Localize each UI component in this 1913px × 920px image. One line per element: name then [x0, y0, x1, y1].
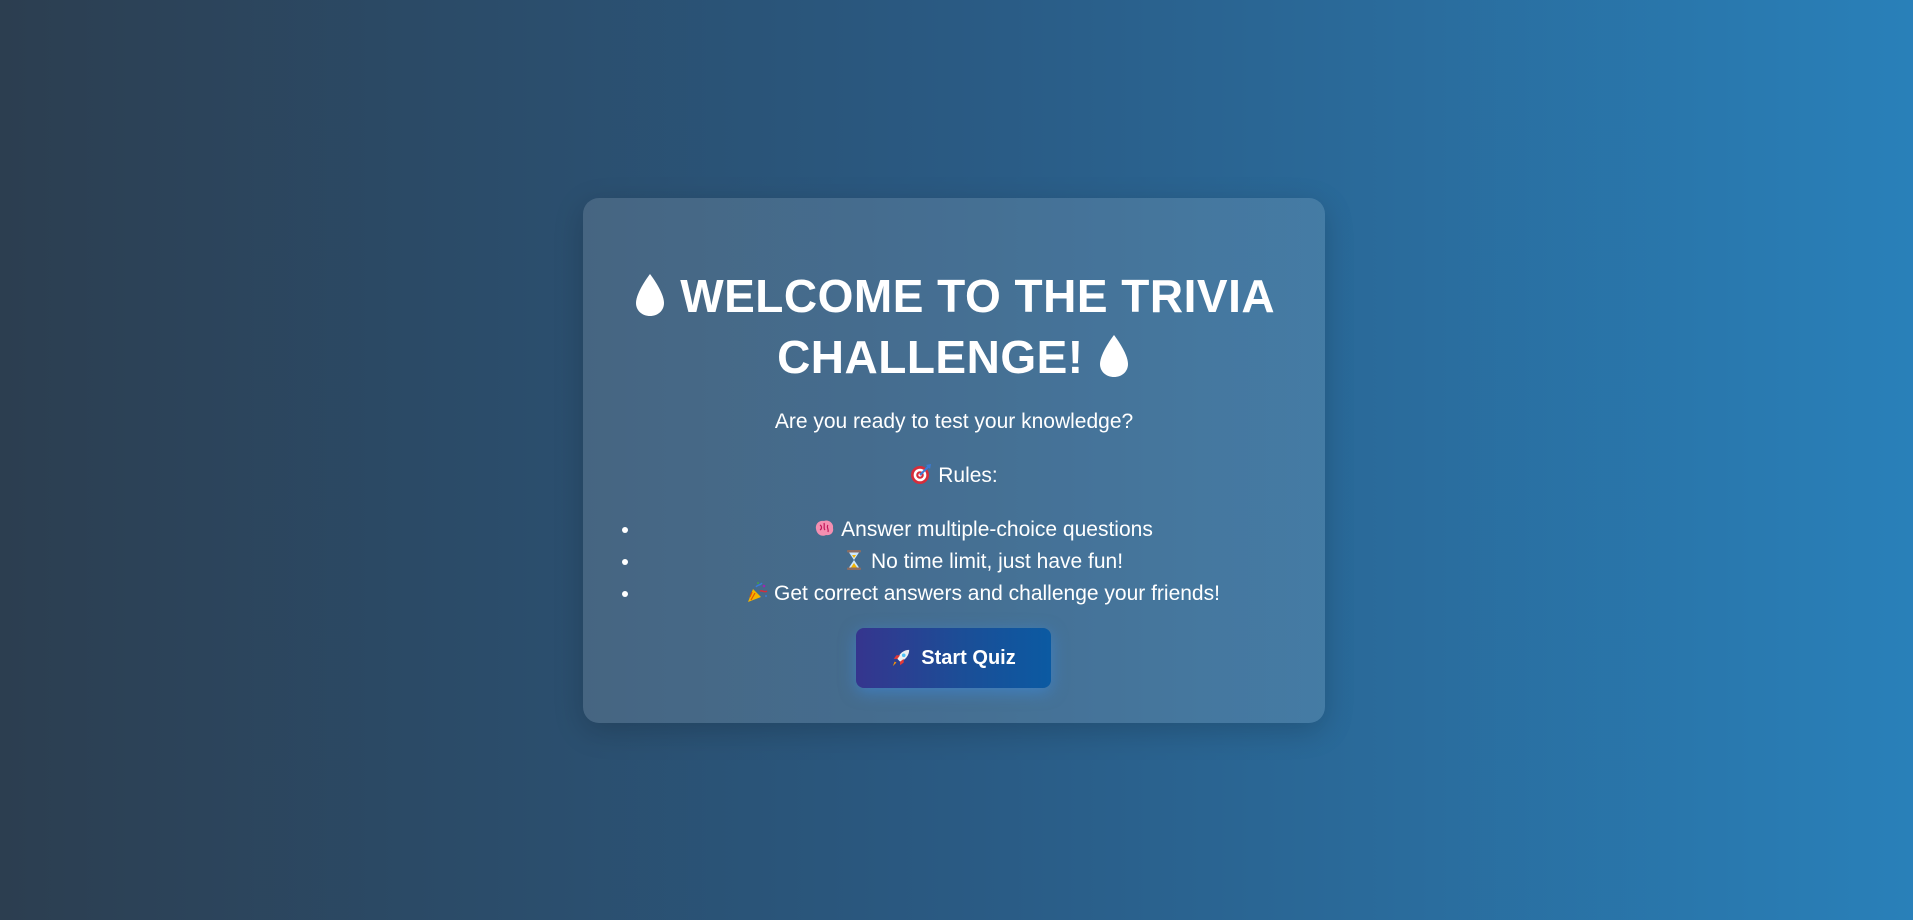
rule-text: Get correct answers and challenge your f…	[774, 582, 1220, 605]
list-item: No time limit, just have fun!	[641, 546, 1325, 578]
rule-text: Answer multiple-choice questions	[841, 518, 1153, 541]
party-popper-icon	[746, 581, 768, 603]
target-icon	[910, 463, 932, 485]
rules-list: Answer multiple-choice questions No time…	[583, 514, 1325, 610]
list-item: Answer multiple-choice questions	[641, 514, 1325, 546]
rules-heading-label: Rules:	[938, 464, 998, 487]
title-line-1: WELCOME TO THE TRIVIA	[680, 270, 1276, 322]
page-title: WELCOME TO THE TRIVIA CHALLENGE!	[583, 266, 1325, 388]
rocket-icon	[891, 648, 911, 668]
list-item: Get correct answers and challenge your f…	[641, 578, 1325, 610]
rules-heading: Rules:	[583, 460, 1325, 492]
drop-icon	[633, 272, 667, 318]
title-line-2: CHALLENGE!	[777, 331, 1084, 383]
rule-text: No time limit, just have fun!	[870, 550, 1124, 573]
hourglass-icon	[843, 549, 865, 571]
welcome-card: WELCOME TO THE TRIVIA CHALLENGE! Are you…	[583, 198, 1325, 723]
start-quiz-label: Start Quiz	[921, 646, 1016, 669]
brain-icon	[813, 517, 835, 539]
drop-icon	[1097, 333, 1131, 379]
start-quiz-button[interactable]: Start Quiz	[856, 628, 1051, 688]
subtitle: Are you ready to test your knowledge?	[774, 410, 1134, 433]
